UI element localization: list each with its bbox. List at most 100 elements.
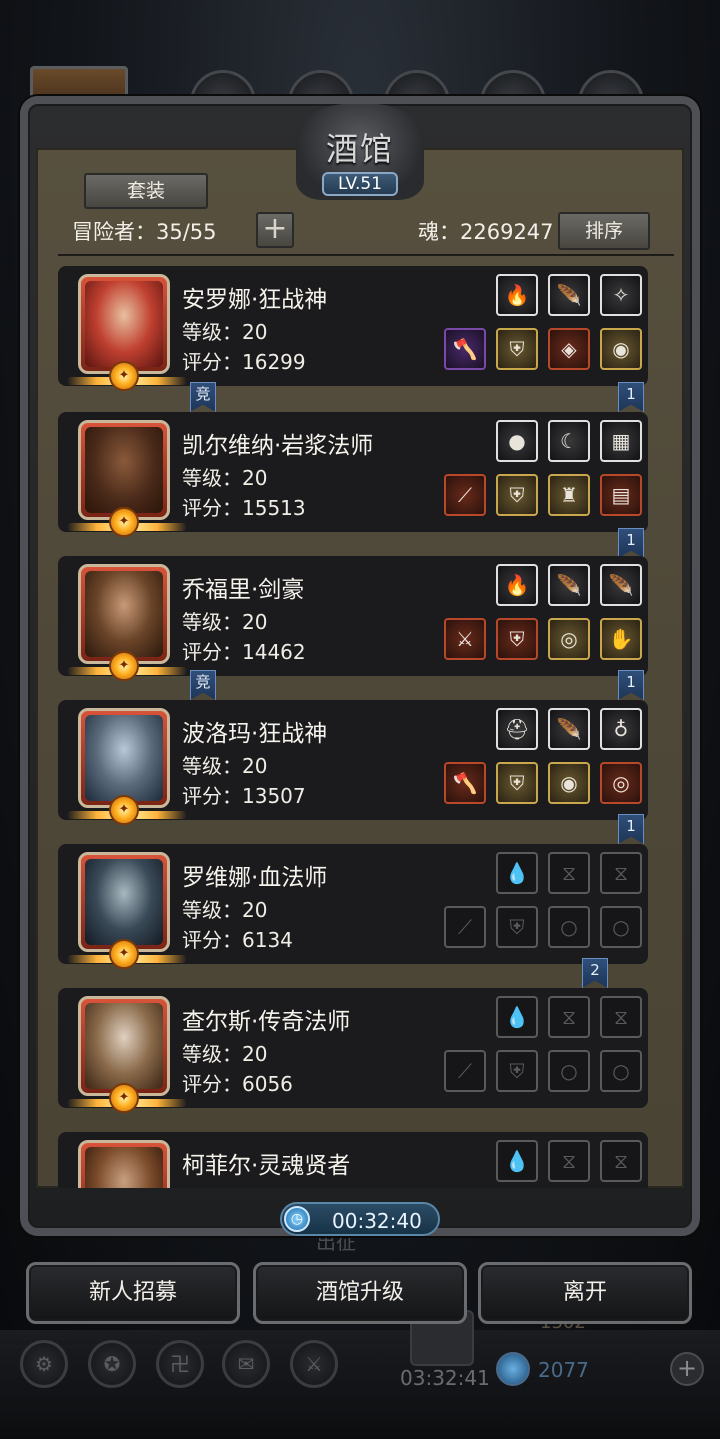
ruby-ring-icon[interactable]: ◉ <box>548 762 590 804</box>
leave-button[interactable]: 离开 <box>478 1262 692 1324</box>
empty-drop-slot-icon[interactable]: 💧 <box>496 1140 538 1182</box>
rank-tag: 1 <box>618 670 644 700</box>
fire-rune-icon[interactable]: 🔥 <box>496 564 538 606</box>
recruit-timer: ◷ 00:32:40 <box>280 1202 440 1236</box>
empty-armor-slot-icon[interactable]: ⛨ <box>496 906 538 948</box>
feather-icon[interactable]: 🪶 <box>548 708 590 750</box>
empty-ring-slot-icon[interactable]: ○ <box>548 906 590 948</box>
add-adventurer-button[interactable]: + <box>256 212 294 248</box>
shop-icon[interactable]: 卍 <box>156 1340 204 1388</box>
empty-staff-slot-icon[interactable]: ⟋ <box>444 1050 486 1092</box>
hero-level: 等级：20 <box>182 610 268 634</box>
axe-icon[interactable]: 🪓 <box>444 762 486 804</box>
hero-card[interactable]: ✦ 乔福里·剑豪 等级：20 评分：14462 🔥 🪶 🪶 ⚔ ⛨ ◎ ✋ <box>58 556 648 681</box>
hero-score: 评分：14462 <box>182 640 306 664</box>
empty-drop-slot-icon[interactable]: 💧 <box>496 852 538 894</box>
feather-icon[interactable]: 🪶 <box>600 564 642 606</box>
green-scroll-icon[interactable]: ▦ <box>600 420 642 462</box>
hero-card[interactable]: ✦ 安罗娜·狂战神 等级：20 评分：16299 🔥 🪶 ✧ 🪓 ⛨ ◈ ◉ <box>58 266 648 391</box>
hero-list[interactable]: ✦ 安罗娜·狂战神 等级：20 评分：16299 🔥 🪶 ✧ 🪓 ⛨ ◈ ◉ 竞… <box>58 266 658 1188</box>
header-divider <box>58 254 674 256</box>
hero-portrait[interactable]: ✦ <box>67 564 187 681</box>
sword-icon[interactable]: ⚔ <box>444 618 486 660</box>
page-title: 酒馆 <box>325 130 394 168</box>
rank-star-icon: ✦ <box>109 939 139 969</box>
upgrade-tavern-button[interactable]: 酒馆升级 <box>253 1262 467 1324</box>
hero-card[interactable]: ✦ 罗维娜·血法师 等级：20 评分：6134 💧 ⧖ ⧖ ⟋ ⛨ ○ ○ <box>58 844 648 969</box>
tome-icon[interactable]: ▤ <box>600 474 642 516</box>
rank-star-icon: ✦ <box>109 795 139 825</box>
hero-card[interactable]: ✦ 波洛玛·狂战神 等级：20 评分：13507 ⛑ 🪶 ♁ 🪓 ⛨ ◉ ◎ <box>58 700 648 825</box>
hero-card[interactable]: ✦ 查尔斯·传奇法师 等级：20 评分：6056 💧 ⧖ ⧖ ⟋ ⛨ ○ ○ <box>58 988 648 1113</box>
empty-hourglass-slot-icon[interactable]: ⧖ <box>548 996 590 1038</box>
crystal-pendant-icon[interactable]: ✧ <box>600 274 642 316</box>
hero-level: 等级：20 <box>182 466 268 490</box>
hero-name: 乔福里·剑豪 <box>182 577 305 603</box>
empty-hourglass-slot-icon[interactable]: ⧖ <box>600 852 642 894</box>
helmet-icon[interactable]: ⛑ <box>496 708 538 750</box>
hero-card[interactable]: ✦ 凯尔维纳·岩浆法师 等级：20 评分：15513 ● ☾ ▦ ⟋ ⛨ ♜ ▤ <box>58 412 648 537</box>
empty-staff-slot-icon[interactable]: ⟋ <box>444 906 486 948</box>
amulet-icon[interactable]: ♁ <box>600 708 642 750</box>
hero-portrait[interactable]: ✦ <box>67 420 187 537</box>
hero-level: 等级：20 <box>182 754 268 778</box>
hero-name: 安罗娜·狂战神 <box>182 287 328 313</box>
cloak-icon[interactable]: ♜ <box>548 474 590 516</box>
recruit-button[interactable]: 新人招募 <box>26 1262 240 1324</box>
wing-icon[interactable]: ☾ <box>548 420 590 462</box>
soul-count: 魂：2269247 <box>418 220 554 244</box>
hero-name: 罗维娜·血法师 <box>182 865 328 891</box>
plate-armor-icon[interactable]: ⛨ <box>496 762 538 804</box>
gem-ring-icon[interactable]: ◈ <box>548 328 590 370</box>
empty-hourglass-slot-icon[interactable]: ⧖ <box>600 996 642 1038</box>
rank-tag: 1 <box>618 382 644 412</box>
empty-hourglass-slot-icon[interactable]: ⧖ <box>548 1140 590 1182</box>
achievement-icon[interactable]: ✪ <box>88 1340 136 1388</box>
gauntlet-icon[interactable]: ✋ <box>600 618 642 660</box>
empty-armor-slot-icon[interactable]: ⛨ <box>496 1050 538 1092</box>
hero-level: 等级：20 <box>182 898 268 922</box>
mail-icon[interactable]: ✉ <box>222 1340 270 1388</box>
bg-gem-value: 2077 <box>538 1358 589 1382</box>
hero-name: 波洛玛·狂战神 <box>182 721 328 747</box>
adventurer-count: 冒险者：35/55 <box>72 220 217 244</box>
set-button[interactable]: 套装 <box>84 173 208 209</box>
gold-ring-icon[interactable]: ◎ <box>600 762 642 804</box>
tavern-level-badge: LV.51 <box>322 172 398 196</box>
hero-portrait[interactable]: ✦ <box>67 274 187 391</box>
battle-axe-icon[interactable]: 🪓 <box>444 328 486 370</box>
robe-icon[interactable]: ⛨ <box>496 474 538 516</box>
feather-icon[interactable]: 🪶 <box>548 564 590 606</box>
hero-name: 查尔斯·传奇法师 <box>182 1009 351 1035</box>
blue-orb-icon[interactable]: ● <box>496 420 538 462</box>
rank-tag: 2 <box>582 958 608 988</box>
empty-hourglass-slot-icon[interactable]: ⧖ <box>548 852 590 894</box>
skull-ring-icon[interactable]: ◉ <box>600 328 642 370</box>
hero-portrait[interactable]: ✦ <box>67 996 187 1113</box>
hero-score: 评分：16299 <box>182 350 306 374</box>
hero-portrait[interactable]: ✦ <box>67 708 187 825</box>
fire-rune-icon[interactable]: 🔥 <box>496 274 538 316</box>
feather-icon[interactable]: 🪶 <box>548 274 590 316</box>
hero-portrait[interactable]: ✦ <box>67 852 187 969</box>
hero-score: 评分：15513 <box>182 496 306 520</box>
empty-drop-slot-icon[interactable]: 💧 <box>496 996 538 1038</box>
add-gem-button[interactable]: + <box>670 1352 704 1386</box>
empty-ring-slot-icon[interactable]: ○ <box>600 1050 642 1092</box>
chest-armor-icon[interactable]: ⛨ <box>496 328 538 370</box>
rank-star-icon: ✦ <box>109 1083 139 1113</box>
empty-hourglass-slot-icon[interactable]: ⧖ <box>600 1140 642 1182</box>
staff-icon[interactable]: ⟋ <box>444 474 486 516</box>
hero-card[interactable]: 柯菲尔·灵魂贤者 💧 ⧖ ⧖ <box>58 1132 648 1188</box>
hero-portrait[interactable] <box>78 1140 170 1188</box>
guild-icon[interactable]: ⚔ <box>290 1340 338 1388</box>
timer-value: 00:32:40 <box>332 1209 422 1233</box>
armor-icon[interactable]: ⛨ <box>496 618 538 660</box>
bg-timer: 03:32:41 <box>400 1366 490 1390</box>
gem-icon <box>496 1352 530 1386</box>
empty-ring-slot-icon[interactable]: ○ <box>548 1050 590 1092</box>
bracelet-icon[interactable]: ◎ <box>548 618 590 660</box>
sort-button[interactable]: 排序 <box>558 212 650 250</box>
settings-gear-icon[interactable]: ⚙ <box>20 1340 68 1388</box>
empty-ring-slot-icon[interactable]: ○ <box>600 906 642 948</box>
